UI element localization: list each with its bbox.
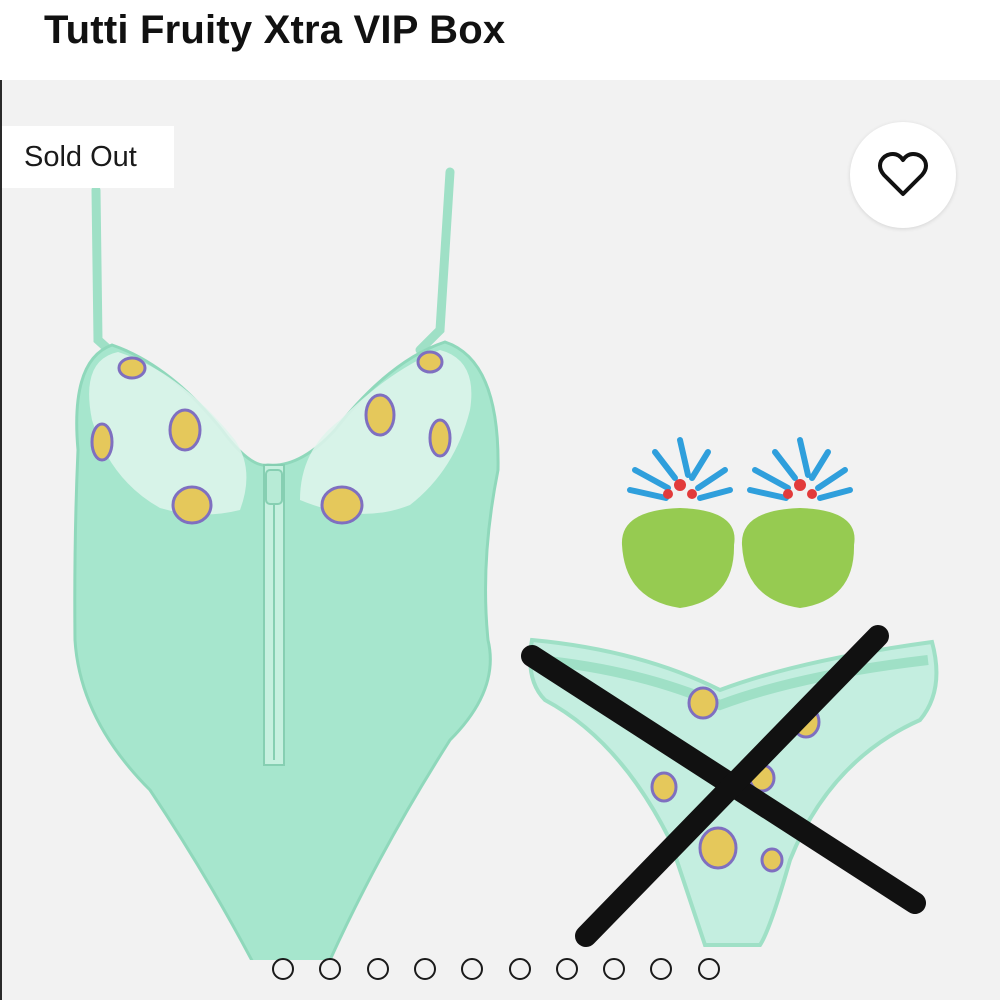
product-title: Tutti Fruity Xtra VIP Box — [44, 8, 506, 52]
product-page: Tutti Fruity Xtra VIP Box Sold Out — [0, 0, 1000, 1000]
gallery-pagination — [272, 958, 732, 986]
pagination-dot[interactable] — [413, 958, 436, 980]
product-header: Tutti Fruity Xtra VIP Box — [0, 0, 1000, 80]
pagination-dot[interactable] — [461, 958, 484, 980]
pagination-dot[interactable] — [555, 958, 578, 980]
pineapple-pasties-image — [621, 437, 855, 608]
heart-outline-icon — [878, 152, 928, 196]
pagination-dot[interactable] — [650, 958, 673, 980]
pagination-dot[interactable] — [508, 958, 531, 980]
bodysuit-image — [73, 167, 500, 960]
pagination-dot[interactable] — [603, 958, 626, 980]
status-badge-label: Sold Out — [24, 141, 137, 173]
pagination-dot[interactable] — [319, 958, 342, 980]
pagination-dot[interactable] — [272, 958, 294, 980]
status-badge: Sold Out — [2, 126, 174, 188]
favorite-button[interactable] — [850, 122, 956, 228]
pagination-dot[interactable] — [697, 958, 720, 980]
product-image[interactable] — [0, 80, 1000, 960]
pagination-dot[interactable] — [366, 958, 389, 980]
